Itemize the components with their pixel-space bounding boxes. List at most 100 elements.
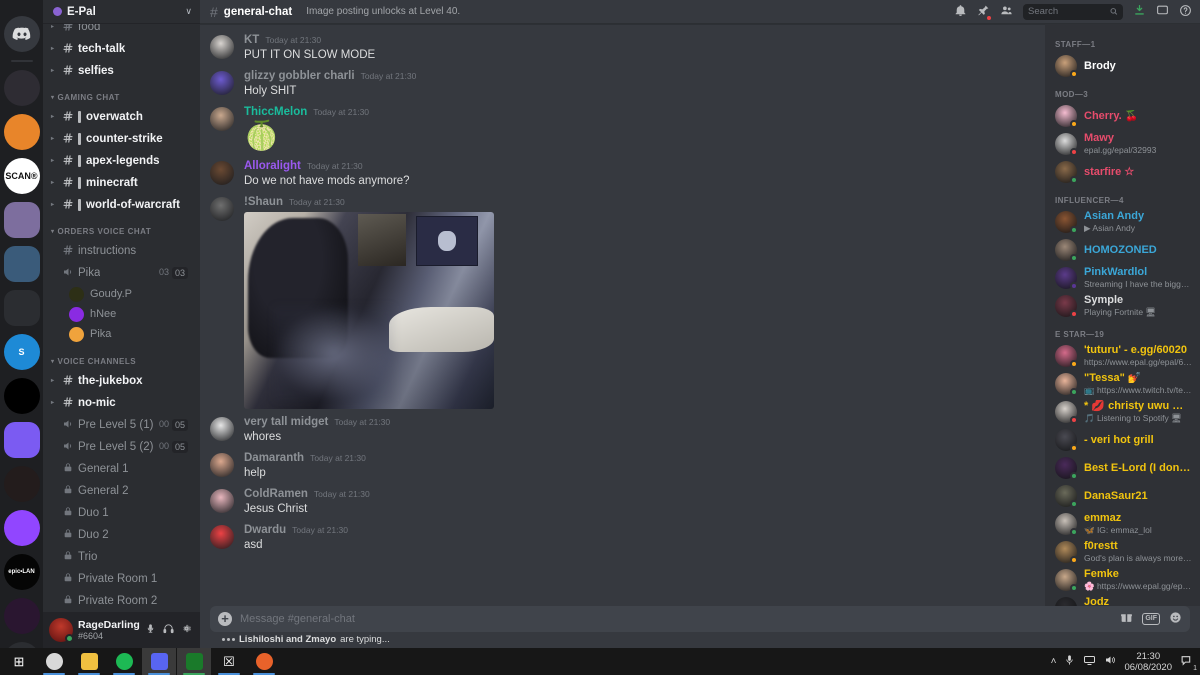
member-list-item[interactable]: Cherry. 🍒: [1045, 102, 1200, 130]
channel-item-instructions[interactable]: instructions: [49, 240, 192, 261]
message-author[interactable]: Alloralight: [244, 160, 301, 173]
member-list-item[interactable]: "Tessa" 💅 📺 https://www.twitch.tv/tes...: [1045, 370, 1200, 398]
channel-item-apex-legends[interactable]: ▸ apex-legends: [49, 150, 192, 171]
headphones-icon[interactable]: [163, 623, 174, 637]
avatar[interactable]: [49, 618, 74, 643]
member-list-item[interactable]: Brody: [1045, 52, 1200, 80]
bell-icon[interactable]: [954, 4, 967, 20]
channel-list[interactable]: ▸ food ▸ tech-talk ▸ selfies ▾ GAMING CHAT ▸ over…: [43, 24, 200, 612]
spotify-taskbar-icon[interactable]: [107, 648, 141, 675]
guild-pumpkin[interactable]: [3, 114, 40, 150]
channel-item-duo-1[interactable]: Duo 1: [49, 502, 192, 523]
member-list-item[interactable]: Asian Andy ▶ Asian Andy: [1045, 208, 1200, 236]
guild-four-faces[interactable]: [3, 246, 40, 282]
guild-red-moon[interactable]: [3, 598, 40, 634]
member-list-item[interactable]: * 💋 christy uwu 💋 🌸 🎵 Listening to Spotif…: [1045, 398, 1200, 426]
green-app-taskbar-icon[interactable]: [177, 648, 211, 675]
channel-item-private-room-2[interactable]: Private Room 2: [49, 590, 192, 611]
channel-item-tech-talk[interactable]: ▸ tech-talk: [49, 38, 192, 59]
message-image-attachment[interactable]: [244, 212, 494, 409]
discord-taskbar-icon[interactable]: [142, 648, 176, 675]
guild-cat-mask[interactable]: [3, 422, 40, 458]
channel-category[interactable]: ▾ ORDERS VOICE CHAT: [43, 215, 200, 239]
message-author[interactable]: Damaranth: [244, 452, 304, 465]
guild-pink-folder[interactable]: [3, 290, 40, 326]
firefox-taskbar-icon[interactable]: [247, 648, 281, 675]
message-author[interactable]: !Shaun: [244, 196, 283, 209]
guild-black[interactable]: [3, 378, 40, 414]
channel-item-no-mic[interactable]: ▸ no-mic: [49, 392, 192, 413]
file-explorer-taskbar-icon[interactable]: [72, 648, 106, 675]
member-list-item[interactable]: PinkWardlol Streaming I have the bigge...: [1045, 264, 1200, 292]
member-list[interactable]: STAFF—1 Brody MOD—3 Cherry. 🍒 Mawy epal.gg/ep…: [1045, 24, 1200, 606]
member-list-item[interactable]: Symple Playing Fortnite 🖥: [1045, 292, 1200, 320]
channel-item-pre-level-5-2-[interactable]: Pre Level 5 (2) 00 05: [49, 436, 192, 457]
voice-channel-member[interactable]: Goudy.P: [69, 285, 192, 303]
guild-twitch[interactable]: [3, 510, 40, 546]
message-composer[interactable]: + GIF: [210, 606, 1190, 632]
member-list-item[interactable]: Best E-Lord (I don't Si...: [1045, 454, 1200, 482]
member-list-item[interactable]: starfire ☆: [1045, 158, 1200, 186]
microphone-icon[interactable]: [145, 623, 156, 637]
gif-button[interactable]: GIF: [1142, 613, 1160, 625]
channel-item-general-1[interactable]: General 1: [49, 458, 192, 479]
member-list-item[interactable]: HOMOZONED: [1045, 236, 1200, 264]
message-author[interactable]: glizzy gobbler charli: [244, 70, 355, 83]
channel-item-private-room-1[interactable]: Private Room 1: [49, 568, 192, 589]
message-author[interactable]: ColdRamen: [244, 488, 308, 501]
message-author[interactable]: KT: [244, 34, 259, 47]
avatar[interactable]: [210, 107, 234, 131]
channel-item-counter-strike[interactable]: ▸ counter-strike: [49, 128, 192, 149]
member-list-item[interactable]: DanaSaur21: [1045, 482, 1200, 510]
guild-scan[interactable]: SCAN®: [3, 158, 40, 194]
channel-category[interactable]: ▾ GAMING CHAT: [43, 81, 200, 105]
member-list-item[interactable]: Jodzyes i do the cooking, yes i do t...: [1045, 594, 1200, 606]
avatar[interactable]: [210, 197, 234, 221]
guild-header-button[interactable]: E-Pal ∨: [43, 0, 200, 24]
avatar[interactable]: [210, 453, 234, 477]
guild-red-crest[interactable]: [3, 466, 40, 502]
channel-item-world-of-warcraft[interactable]: ▸ world-of-warcraft: [49, 194, 192, 215]
channel-item-minecraft[interactable]: ▸ minecraft: [49, 172, 192, 193]
gear-icon[interactable]: [181, 623, 192, 637]
avatar[interactable]: [210, 417, 234, 441]
channel-item-food[interactable]: ▸ food: [49, 24, 192, 37]
avatar[interactable]: [210, 35, 234, 59]
channel-item-selfies[interactable]: ▸ selfies: [49, 60, 192, 81]
channel-item-general-2[interactable]: General 2: [49, 480, 192, 501]
guild-skype[interactable]: S: [3, 334, 40, 370]
avatar[interactable]: [210, 525, 234, 549]
message-list[interactable]: KT Today at 21:30 PUT IT ON SLOW MODE glizz…: [200, 24, 1045, 606]
avatar[interactable]: [210, 161, 234, 185]
pin-icon[interactable]: [977, 4, 992, 21]
guild-eagle[interactable]: [3, 70, 40, 106]
xsplit-taskbar-icon[interactable]: ☒: [212, 648, 246, 675]
message-author[interactable]: ThiccMelon: [244, 106, 307, 119]
channel-item-pre-level-5-1-[interactable]: Pre Level 5 (1) 00 05: [49, 414, 192, 435]
emoji-icon[interactable]: [1169, 611, 1182, 627]
tray-volume-icon[interactable]: [1104, 654, 1116, 669]
chrome-taskbar-icon[interactable]: [37, 648, 71, 675]
tray-microphone-icon[interactable]: [1064, 654, 1075, 669]
clock[interactable]: 21:30 06/08/2020: [1124, 651, 1172, 673]
notifications-icon[interactable]: 1: [1180, 654, 1197, 672]
channel-item-overwatch[interactable]: ▸ overwatch: [49, 106, 192, 127]
avatar[interactable]: [210, 489, 234, 513]
channel-item-pika[interactable]: Pika 03 03: [49, 262, 192, 283]
tray-display-icon[interactable]: [1083, 654, 1096, 669]
download-icon[interactable]: [1133, 4, 1146, 20]
server-rail[interactable]: SCAN®Sepic•LANNZXT: [0, 0, 43, 648]
avatar[interactable]: [210, 71, 234, 95]
channel-item-the-jukebox[interactable]: ▸ the-jukebox: [49, 370, 192, 391]
member-list-item[interactable]: emmaz 🦋 IG: emmaz_lol: [1045, 510, 1200, 538]
members-icon[interactable]: [1000, 4, 1013, 20]
tray-expand-icon[interactable]: ˄: [1051, 656, 1057, 667]
voice-channel-member[interactable]: hNee: [69, 305, 192, 323]
search-box[interactable]: [1023, 3, 1123, 20]
message-author[interactable]: very tall midget: [244, 416, 328, 429]
start-button[interactable]: ⊞: [2, 648, 36, 675]
discord-home[interactable]: [3, 16, 40, 52]
guild-epiclan[interactable]: epic•LAN: [3, 554, 40, 590]
member-list-item[interactable]: Femke 🌸 https://www.epal.gg/epal...: [1045, 566, 1200, 594]
member-list-item[interactable]: Mawy epal.gg/epal/32993: [1045, 130, 1200, 158]
